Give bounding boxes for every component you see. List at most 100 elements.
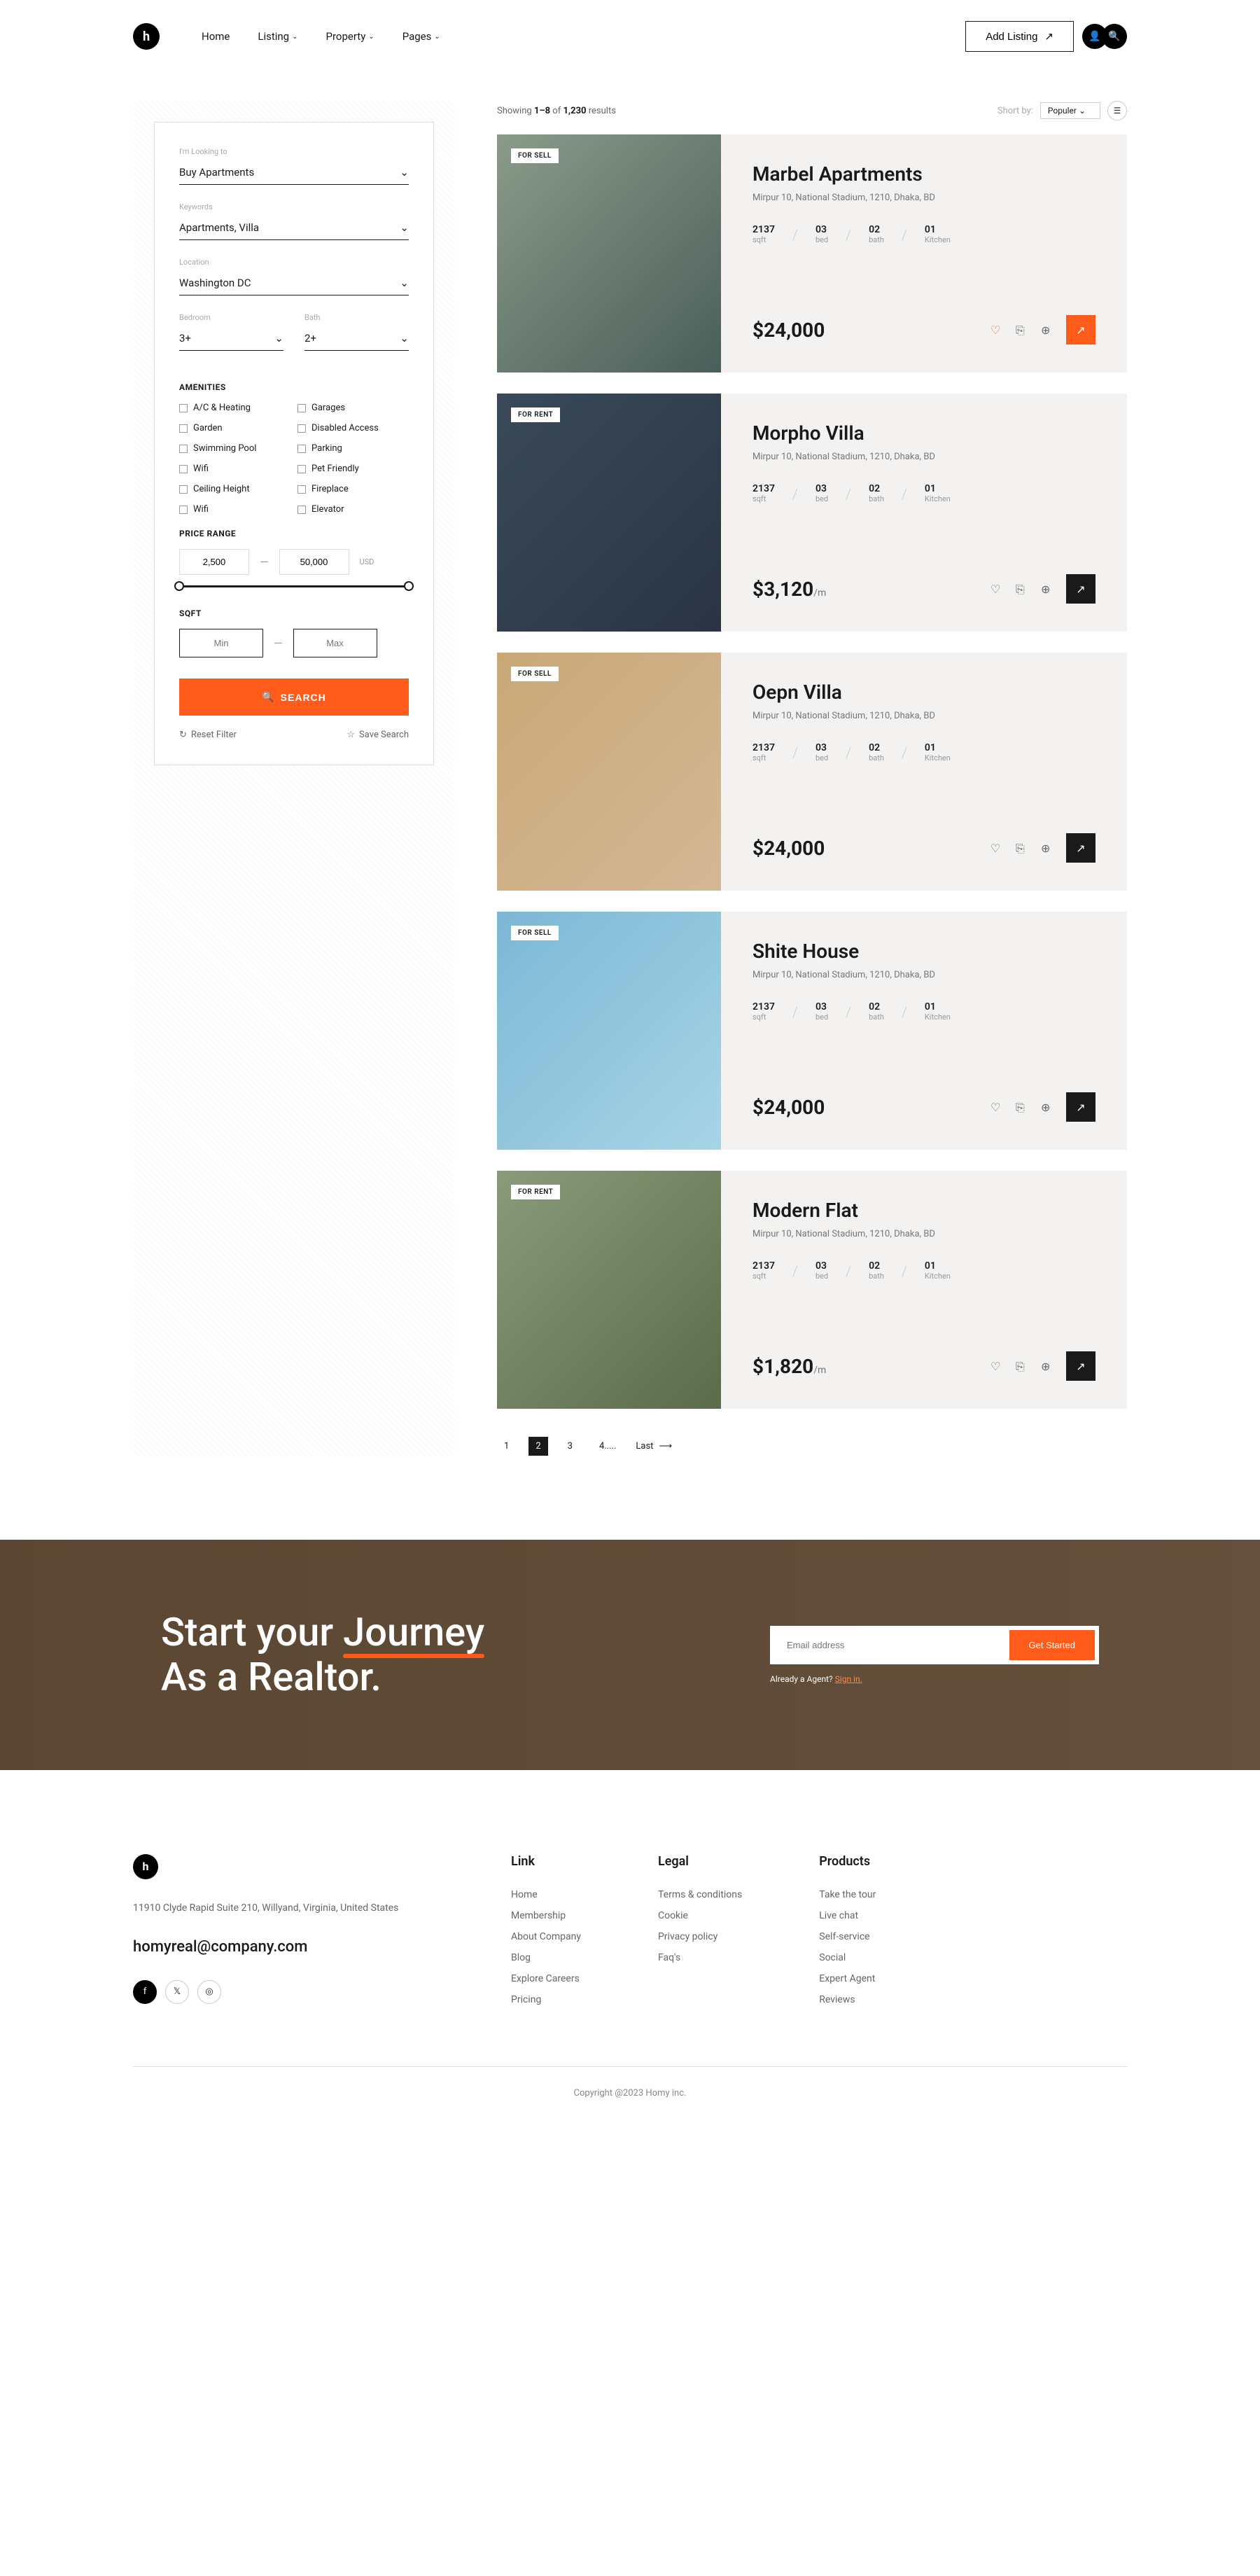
bookmark-icon[interactable]: ⎘ (1016, 323, 1028, 336)
footer-link[interactable]: Take the tour (819, 1884, 876, 1905)
chevron-down-icon: ⌄ (400, 166, 409, 179)
add-icon[interactable]: ⊕ (1041, 583, 1054, 595)
heart-icon[interactable]: ♡ (990, 1101, 1003, 1113)
amenity-checkbox[interactable]: Garages (298, 403, 409, 413)
sqft-min-input[interactable] (179, 629, 263, 657)
sort-select[interactable]: Populer ⌄ (1040, 102, 1100, 119)
bookmark-icon[interactable]: ⎘ (1016, 842, 1028, 854)
page-last[interactable]: Last⟶ (636, 1441, 672, 1451)
view-listing-button[interactable]: ↗ (1066, 833, 1096, 863)
facebook-icon[interactable]: f (133, 1980, 157, 2004)
arrow-upright-icon: ↗ (1044, 30, 1054, 43)
search-button[interactable]: 🔍SEARCH (179, 678, 409, 716)
bookmark-icon[interactable]: ⎘ (1016, 583, 1028, 595)
search-icon[interactable]: 🔍 (1102, 24, 1127, 49)
footer-link[interactable]: About Company (511, 1926, 581, 1947)
add-icon[interactable]: ⊕ (1041, 1360, 1054, 1372)
price-min-input[interactable] (179, 549, 249, 575)
footer-link[interactable]: Self-service (819, 1926, 876, 1947)
footer-link[interactable]: Home (511, 1884, 581, 1905)
get-started-button[interactable]: Get Started (1009, 1630, 1095, 1660)
footer-email[interactable]: homyreal@company.com (133, 1938, 427, 1956)
amenity-checkbox[interactable]: Garden (179, 423, 290, 433)
footer-link[interactable]: Expert Agent (819, 1968, 876, 1989)
add-listing-button[interactable]: Add Listing↗ (965, 21, 1074, 52)
location-select[interactable]: Washington DC⌄ (179, 271, 409, 295)
footer-copyright: Copyright @2023 Homy inc. (133, 2066, 1127, 2098)
footer-link[interactable]: Social (819, 1947, 876, 1968)
sort-label: Short by: (997, 106, 1033, 116)
footer-link[interactable]: Reviews (819, 1989, 876, 2010)
nav-pages[interactable]: Pages⌄ (402, 30, 440, 43)
save-search-link[interactable]: ☆Save Search (346, 730, 409, 740)
listing-image[interactable]: FOR SELL (497, 134, 721, 373)
view-listing-button[interactable]: ↗ (1066, 315, 1096, 344)
view-listing-button[interactable]: ↗ (1066, 1351, 1096, 1381)
email-input[interactable] (774, 1630, 1009, 1660)
amenity-checkbox[interactable]: Fireplace (298, 484, 409, 494)
amenity-checkbox[interactable]: A/C & Heating (179, 403, 290, 413)
footer-link[interactable]: Blog (511, 1947, 581, 1968)
add-icon[interactable]: ⊕ (1041, 842, 1054, 854)
slider-handle-min[interactable] (174, 581, 184, 591)
listing-title[interactable]: Morpho Villa (752, 422, 1096, 445)
footer-link[interactable]: Cookie (658, 1905, 742, 1926)
page-1[interactable]: 1 (497, 1437, 516, 1456)
page-4[interactable]: 4..... (592, 1437, 623, 1456)
amenity-checkbox[interactable]: Parking (298, 443, 409, 454)
heart-icon[interactable]: ♡ (990, 583, 1003, 595)
footer-link[interactable]: Privacy policy (658, 1926, 742, 1947)
view-toggle-button[interactable]: ☰ (1107, 101, 1127, 120)
amenity-checkbox[interactable]: Swimming Pool (179, 443, 290, 454)
footer-link[interactable]: Faq's (658, 1947, 742, 1968)
listing-image[interactable]: FOR RENT (497, 1171, 721, 1409)
add-icon[interactable]: ⊕ (1041, 323, 1054, 336)
footer-link[interactable]: Pricing (511, 1989, 581, 2010)
signin-link[interactable]: Sign in. (835, 1674, 862, 1684)
footer-link[interactable]: Explore Careers (511, 1968, 581, 1989)
listing-title[interactable]: Oepn Villa (752, 681, 1096, 704)
listing-image[interactable]: FOR SELL (497, 653, 721, 891)
bath-select[interactable]: 2+⌄ (304, 326, 409, 351)
amenity-checkbox[interactable]: Elevator (298, 504, 409, 515)
twitter-icon[interactable]: 𝕏 (165, 1980, 189, 2004)
reset-filter-link[interactable]: ↻Reset Filter (179, 730, 237, 740)
keywords-select[interactable]: Apartments, Villa⌄ (179, 216, 409, 240)
footer-link[interactable]: Live chat (819, 1905, 876, 1926)
listing-image[interactable]: FOR SELL (497, 912, 721, 1150)
footer-logo[interactable]: h (133, 1854, 158, 1879)
bookmark-icon[interactable]: ⎘ (1016, 1101, 1028, 1113)
nav-property[interactable]: Property⌄ (326, 30, 374, 43)
logo[interactable]: h (133, 23, 160, 50)
amenity-checkbox[interactable]: Wifi (179, 464, 290, 474)
heart-icon[interactable]: ♡ (990, 323, 1003, 336)
heart-icon[interactable]: ♡ (990, 842, 1003, 854)
nav-listing[interactable]: Listing⌄ (258, 30, 298, 43)
instagram-icon[interactable]: ◎ (197, 1980, 221, 2004)
bedroom-select[interactable]: 3+⌄ (179, 326, 284, 351)
listing-title[interactable]: Modern Flat (752, 1199, 1096, 1222)
heart-icon[interactable]: ♡ (990, 1360, 1003, 1372)
sqft-max-input[interactable] (293, 629, 377, 657)
view-listing-button[interactable]: ↗ (1066, 574, 1096, 604)
listing-image[interactable]: FOR RENT (497, 394, 721, 632)
amenity-checkbox[interactable]: Disabled Access (298, 423, 409, 433)
listing-title[interactable]: Shite House (752, 940, 1096, 963)
footer-link[interactable]: Membership (511, 1905, 581, 1926)
price-slider[interactable] (179, 585, 409, 587)
footer-link[interactable]: Terms & conditions (658, 1884, 742, 1905)
amenity-checkbox[interactable]: Ceiling Height (179, 484, 290, 494)
price-max-input[interactable] (279, 549, 349, 575)
page-2[interactable]: 2 (528, 1437, 547, 1456)
amenity-checkbox[interactable]: Wifi (179, 504, 290, 515)
nav-home[interactable]: Home (202, 30, 230, 43)
page-3[interactable]: 3 (561, 1437, 580, 1456)
listing-title[interactable]: Marbel Apartments (752, 162, 1096, 186)
sqft-heading: SQFT (179, 608, 409, 618)
amenity-checkbox[interactable]: Pet Friendly (298, 464, 409, 474)
slider-handle-max[interactable] (404, 581, 414, 591)
bookmark-icon[interactable]: ⎘ (1016, 1360, 1028, 1372)
add-icon[interactable]: ⊕ (1041, 1101, 1054, 1113)
looking-select[interactable]: Buy Apartments⌄ (179, 160, 409, 185)
view-listing-button[interactable]: ↗ (1066, 1092, 1096, 1122)
